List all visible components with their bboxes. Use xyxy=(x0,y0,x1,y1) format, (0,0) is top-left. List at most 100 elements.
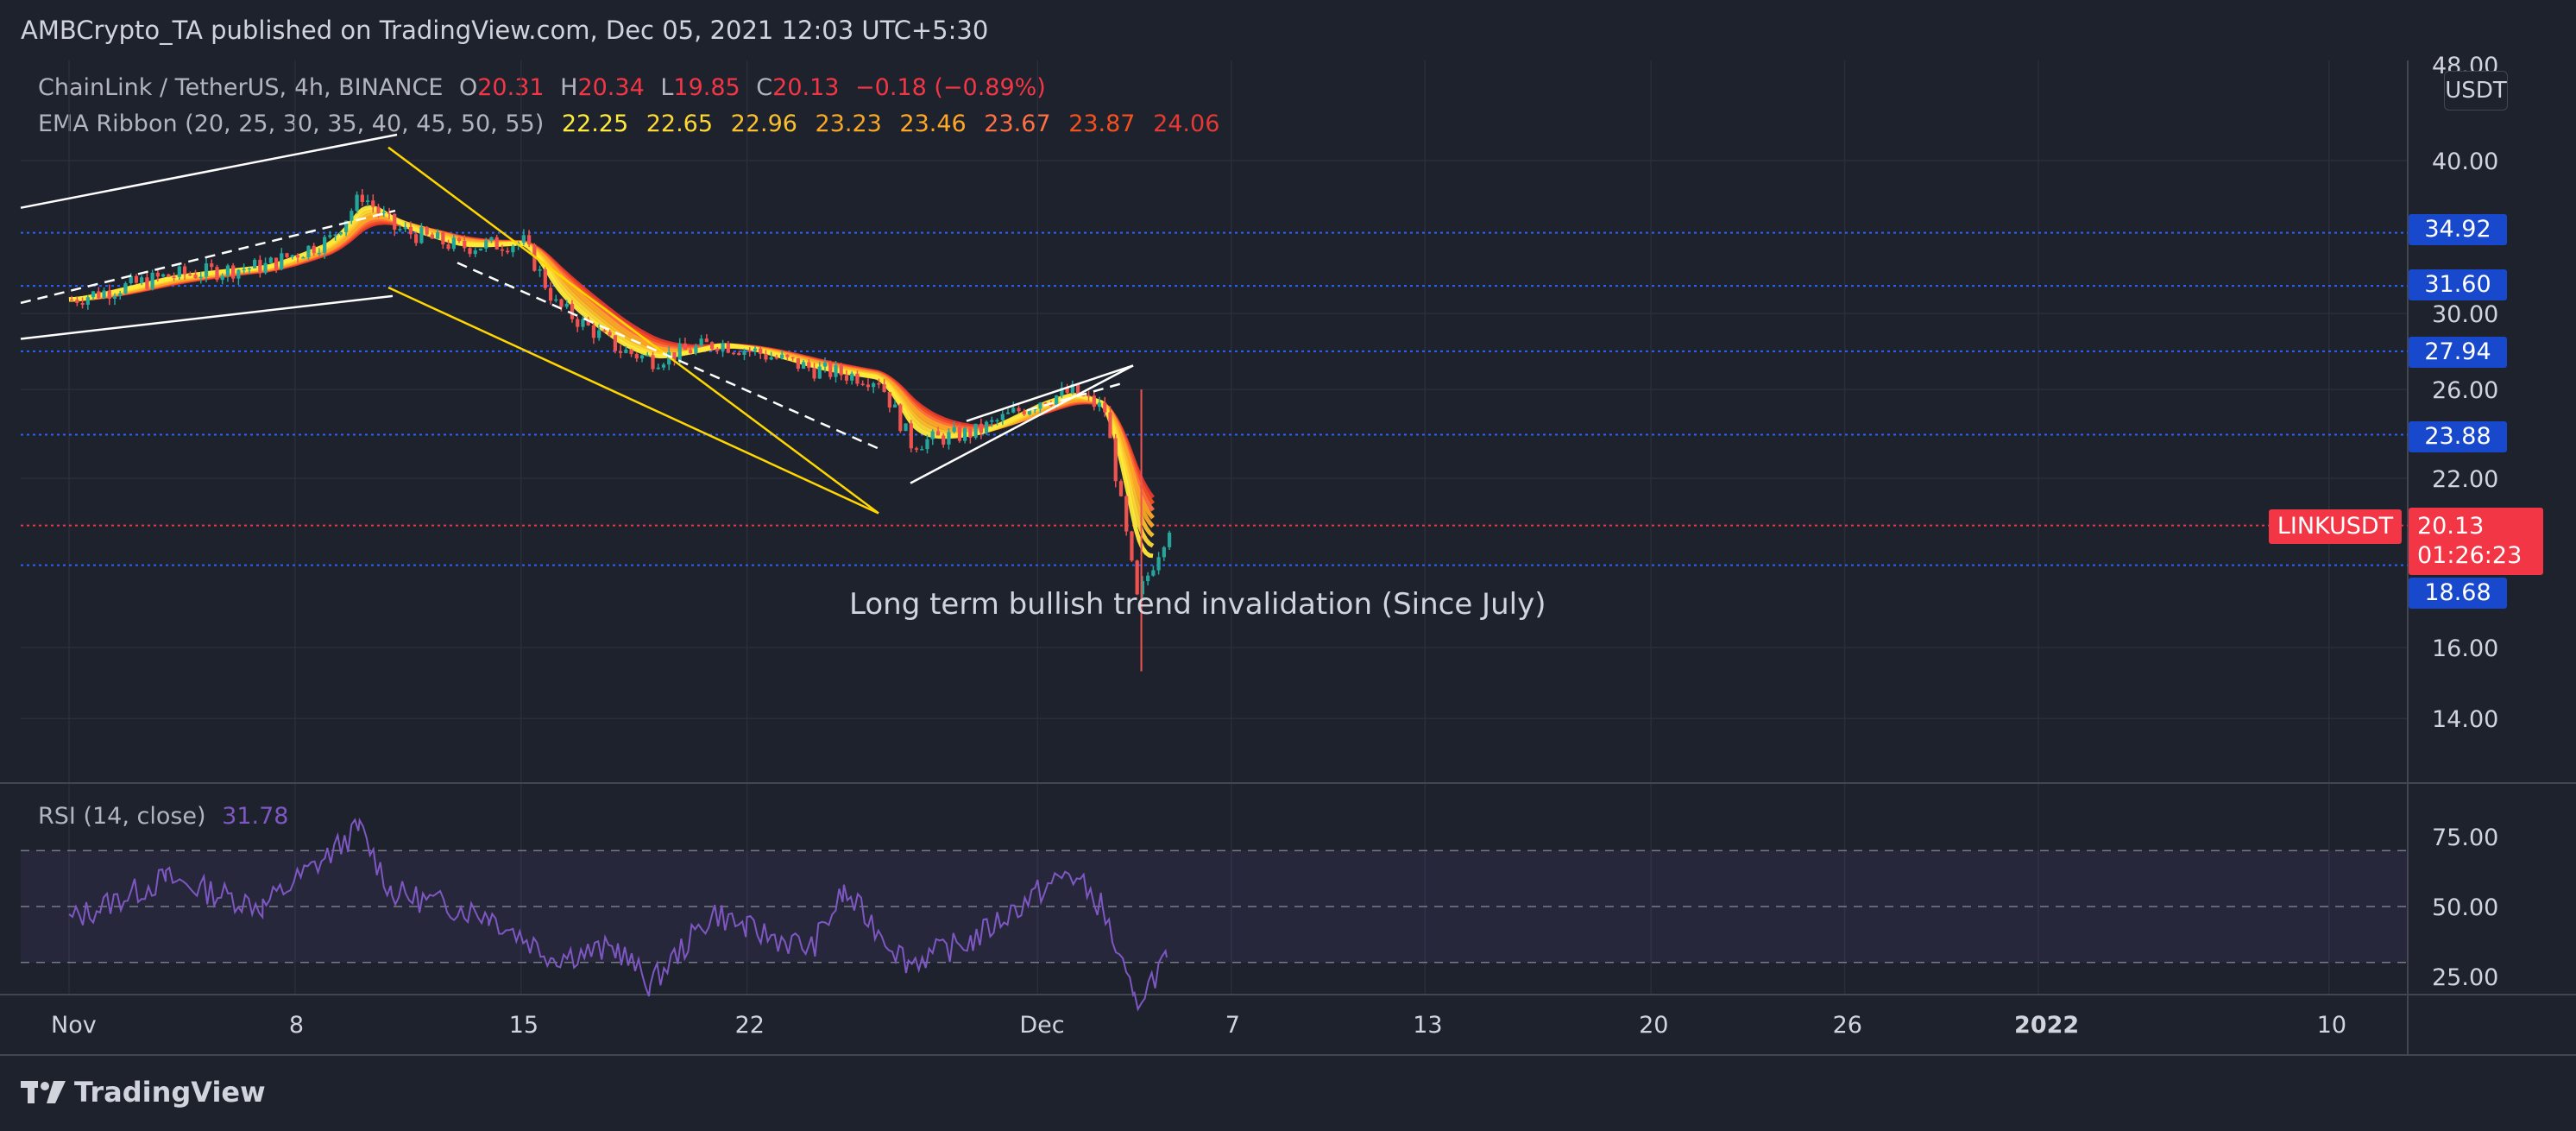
rsi-value: 31.78 xyxy=(222,803,289,830)
time-tick-label: Nov xyxy=(51,1012,97,1039)
candle-body xyxy=(559,299,564,307)
time-tick-label: 13 xyxy=(1413,1012,1442,1039)
candle-body xyxy=(866,384,871,388)
ema-ribbon-line xyxy=(68,212,1155,528)
level-badge-31-60: 31.60 xyxy=(2409,269,2507,300)
candle-body xyxy=(822,362,828,367)
candle-body xyxy=(968,428,973,438)
candle-body xyxy=(268,257,273,263)
price-tick-label: 26.00 xyxy=(2432,377,2498,404)
ascending-channel-upper[interactable] xyxy=(20,133,398,209)
candle-body xyxy=(646,355,650,357)
candle-body xyxy=(328,235,332,237)
price-tick-label: 16.00 xyxy=(2432,635,2498,662)
candle-body xyxy=(1017,408,1021,412)
candle-body xyxy=(312,245,316,254)
candle-body xyxy=(839,365,843,376)
candle-body xyxy=(780,354,784,358)
candle-body xyxy=(979,423,983,433)
candle-body xyxy=(651,355,655,370)
candle-body xyxy=(1086,395,1091,397)
candle-body xyxy=(942,435,946,445)
candle-body xyxy=(629,349,633,355)
candle-body xyxy=(726,343,730,353)
candle-body xyxy=(242,269,246,271)
level-badge-34-92: 34.92 xyxy=(2409,214,2507,245)
candle-body xyxy=(1011,408,1016,413)
ema-ribbon-line xyxy=(68,217,1155,512)
candle-body xyxy=(161,274,166,277)
candle-body xyxy=(350,211,354,221)
rsi-tick-label: 25.00 xyxy=(2432,964,2498,991)
chart-root: { "publisher": "AMBCrypto_TA published o… xyxy=(0,0,2576,1131)
candle-body xyxy=(872,382,876,388)
candle-body xyxy=(731,352,736,355)
rsi-tick-label: 50.00 xyxy=(2432,894,2498,921)
candle-body xyxy=(252,259,257,269)
candle-body xyxy=(1162,547,1166,558)
candle-body xyxy=(801,362,806,370)
ascending-channel-mid[interactable] xyxy=(20,209,396,305)
candle-body xyxy=(608,332,612,336)
currency-unit[interactable]: USDT xyxy=(2444,71,2508,111)
candle-body xyxy=(914,448,919,450)
candle-body xyxy=(624,349,628,353)
candle-body xyxy=(521,235,526,243)
candle-body xyxy=(140,277,144,283)
candle-body xyxy=(548,287,553,301)
candle-body xyxy=(613,335,617,351)
candle-body xyxy=(1156,557,1161,571)
ema-ribbon-line xyxy=(68,220,1155,499)
time-tick-label: 2022 xyxy=(2014,1012,2079,1039)
time-tick-label: Dec xyxy=(1019,1012,1064,1039)
candle-body xyxy=(694,345,698,354)
candle-body xyxy=(689,350,693,354)
candle-body xyxy=(844,375,849,381)
candle-body xyxy=(764,354,768,360)
candle-body xyxy=(301,256,305,259)
candle-body xyxy=(639,355,645,359)
candle-body xyxy=(511,245,515,253)
candle-body xyxy=(860,383,865,385)
candle-body xyxy=(973,423,978,438)
time-tick-label: 15 xyxy=(509,1012,539,1039)
candle-body xyxy=(457,237,462,241)
candle-body xyxy=(225,265,230,276)
candle-body xyxy=(570,303,575,319)
candle-body xyxy=(177,266,181,277)
candle-body xyxy=(1124,496,1129,532)
candle-body xyxy=(828,362,833,377)
rsi-label[interactable]: RSI (14, close) xyxy=(38,803,206,830)
candle-body xyxy=(602,330,607,332)
candle-body xyxy=(850,373,854,381)
candle-body xyxy=(193,275,198,279)
candle-body xyxy=(408,226,413,235)
candle-body xyxy=(338,231,343,235)
last-price-badge: 20.13 01:26:23 xyxy=(2409,508,2543,575)
candle-body xyxy=(683,343,688,351)
candle-body xyxy=(564,303,569,307)
candle-body xyxy=(258,259,262,274)
descending-channel-upper[interactable] xyxy=(387,146,879,515)
candle-body xyxy=(721,343,725,351)
candle-body xyxy=(295,255,300,258)
candle-body xyxy=(882,384,886,392)
candle-body xyxy=(468,248,472,255)
candle-body xyxy=(80,302,85,305)
candle-body xyxy=(102,290,106,299)
candle-body xyxy=(581,319,585,327)
chart-canvas[interactable]: 48.0040.0030.0026.0022.0016.0014.00Nov 8 1… xyxy=(0,0,2576,1131)
candle-body xyxy=(215,267,219,281)
price-tick-label: 40.00 xyxy=(2432,148,2498,175)
ema-ribbon-line xyxy=(68,218,1155,505)
candle-body xyxy=(123,282,128,294)
descending-channel-lower-ext[interactable] xyxy=(387,286,879,515)
candle-body xyxy=(952,426,956,433)
tradingview-logo[interactable]: TradingView xyxy=(21,1076,266,1109)
candle-body xyxy=(290,255,294,257)
candle-body xyxy=(285,253,289,257)
candle-body xyxy=(935,431,941,436)
candle-body xyxy=(365,200,370,202)
price-tick-label: 30.00 xyxy=(2432,301,2498,328)
candle-body xyxy=(134,275,139,283)
